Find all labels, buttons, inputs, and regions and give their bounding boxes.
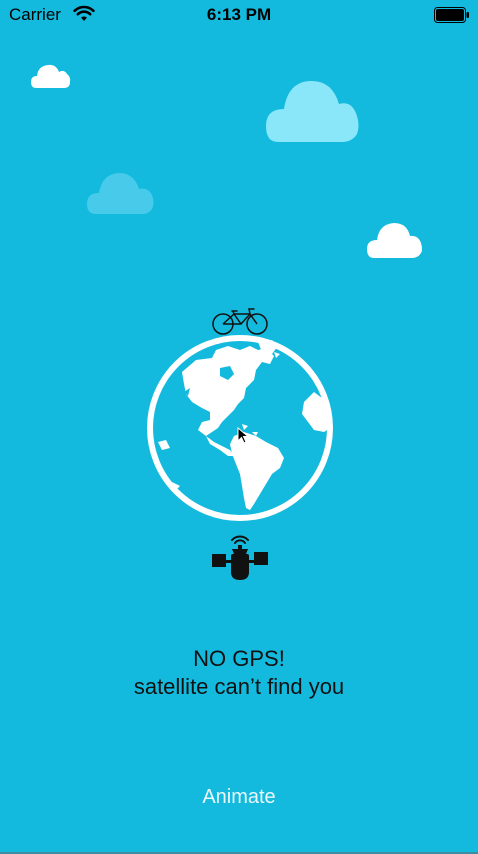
gps-status-message: NO GPS! satellite can’t find you	[0, 645, 478, 701]
cloud-icon	[367, 223, 422, 258]
message-subtitle: satellite can’t find you	[133, 674, 345, 699]
mouse-cursor-icon	[237, 427, 249, 444]
cloud-icon	[31, 64, 71, 88]
cloud-icon	[266, 80, 359, 142]
illustration	[0, 0, 478, 854]
message-title: NO GPS!	[193, 646, 285, 671]
satellite-icon	[212, 535, 268, 580]
animate-button[interactable]: Animate	[0, 786, 478, 809]
cloud-icon	[87, 173, 154, 214]
